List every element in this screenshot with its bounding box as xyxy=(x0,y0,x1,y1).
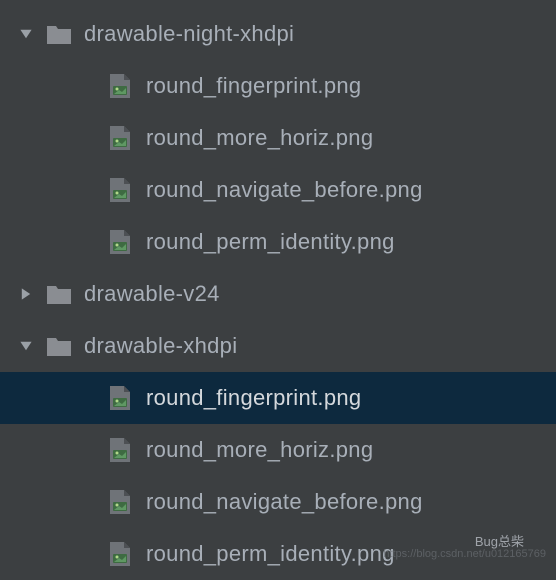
folder-icon xyxy=(46,23,72,45)
image-file-icon xyxy=(108,229,132,255)
file-row[interactable]: round_perm_identity.png xyxy=(0,216,556,268)
folder-row[interactable]: drawable-xhdpi xyxy=(0,320,556,372)
file-row[interactable]: round_fingerprint.png xyxy=(0,372,556,424)
image-file-icon xyxy=(108,177,132,203)
file-row[interactable]: round_navigate_before.png xyxy=(0,164,556,216)
file-row[interactable]: round_fingerprint.png xyxy=(0,60,556,112)
file-label: round_fingerprint.png xyxy=(146,385,361,411)
folder-label: drawable-v24 xyxy=(84,281,220,307)
chevron-down-icon[interactable] xyxy=(16,336,36,356)
image-file-icon xyxy=(108,125,132,151)
file-label: round_more_horiz.png xyxy=(146,125,373,151)
folder-icon xyxy=(46,283,72,305)
folder-icon xyxy=(46,335,72,357)
file-row[interactable]: round_more_horiz.png xyxy=(0,112,556,164)
image-file-icon xyxy=(108,385,132,411)
chevron-down-icon[interactable] xyxy=(16,24,36,44)
image-file-icon xyxy=(108,73,132,99)
image-file-icon xyxy=(108,541,132,567)
file-row[interactable]: round_navigate_before.png xyxy=(0,476,556,528)
folder-row[interactable]: drawable-v24 xyxy=(0,268,556,320)
file-label: round_navigate_before.png xyxy=(146,177,423,203)
file-label: round_perm_identity.png xyxy=(146,541,395,567)
folder-row[interactable]: drawable-night-xhdpi xyxy=(0,8,556,60)
watermark-url: https://blog.csdn.net/u012165769 xyxy=(383,548,546,560)
folder-label: drawable-xhdpi xyxy=(84,333,237,359)
chevron-right-icon[interactable] xyxy=(16,284,36,304)
file-label: round_fingerprint.png xyxy=(146,73,361,99)
file-tree: drawable-night-xhdpi round_fingerprint.p… xyxy=(0,0,556,580)
file-label: round_more_horiz.png xyxy=(146,437,373,463)
folder-label: drawable-night-xhdpi xyxy=(84,21,294,47)
image-file-icon xyxy=(108,489,132,515)
file-label: round_navigate_before.png xyxy=(146,489,423,515)
image-file-icon xyxy=(108,437,132,463)
file-label: round_perm_identity.png xyxy=(146,229,395,255)
file-row[interactable]: round_more_horiz.png xyxy=(0,424,556,476)
